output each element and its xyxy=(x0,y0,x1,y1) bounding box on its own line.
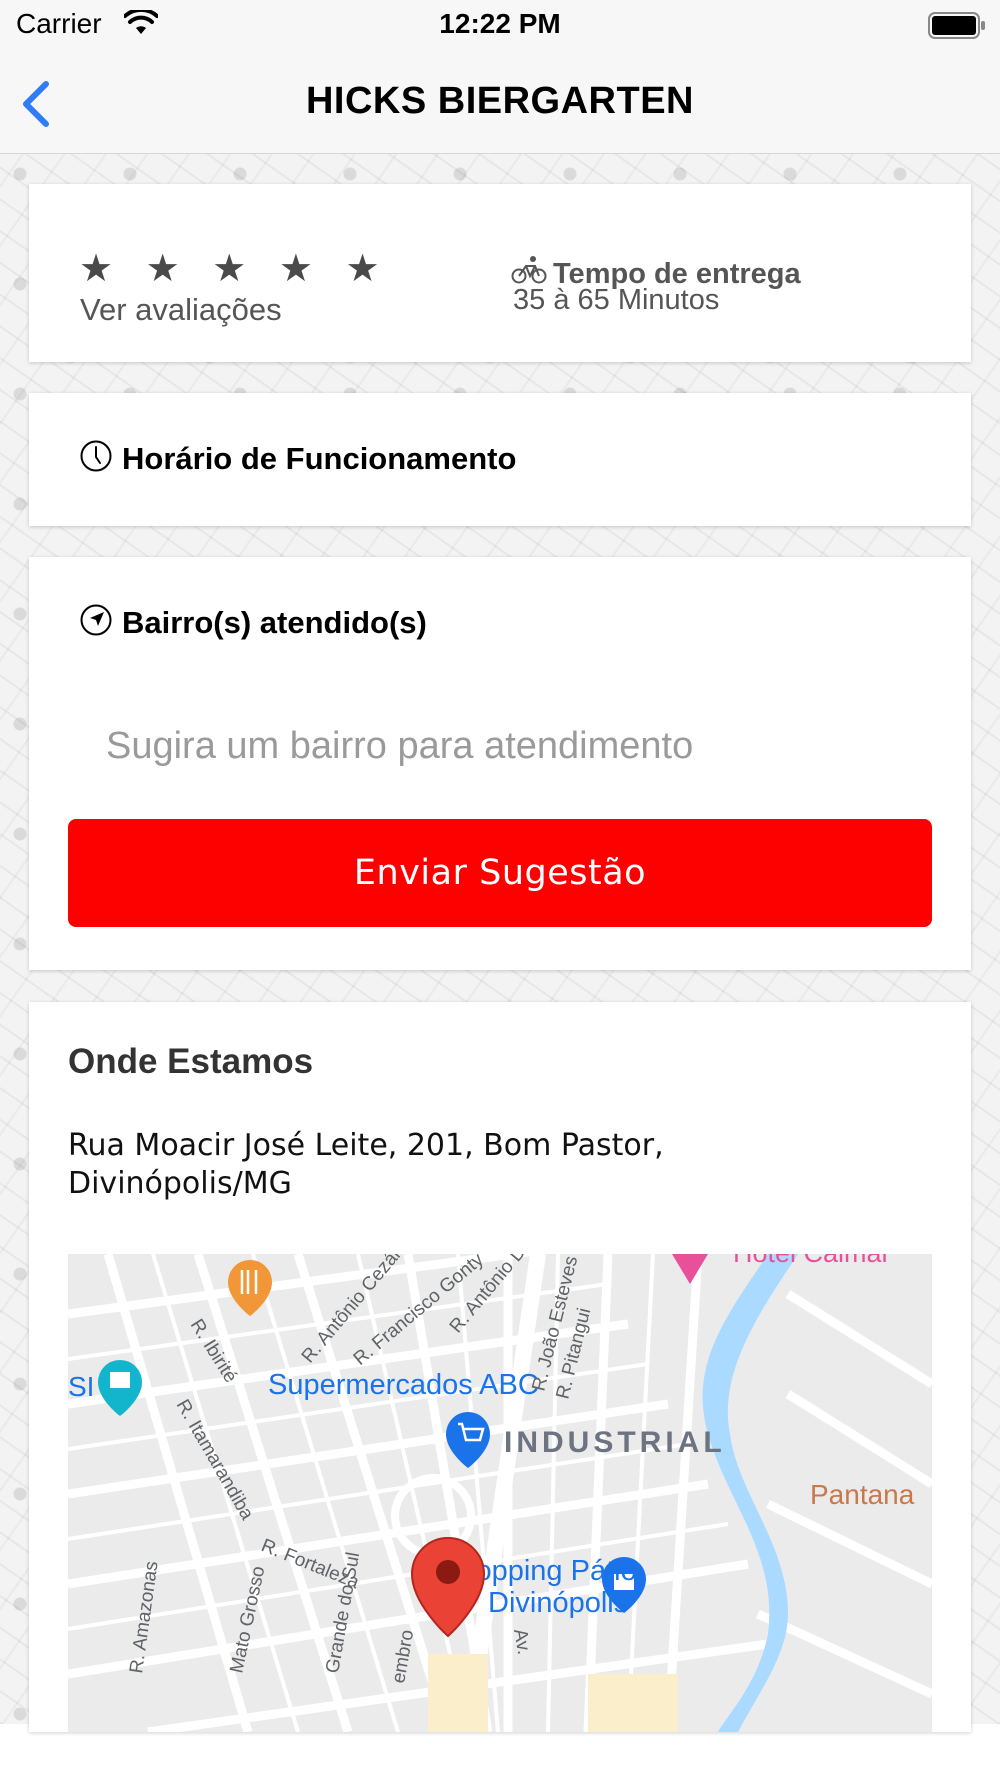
map-label-si: SI xyxy=(68,1371,94,1402)
map-label-av: Av. xyxy=(509,1627,534,1656)
page-title: HICKS BIERGARTEN xyxy=(305,80,695,122)
rating-stars: ★ ★ ★ ★ ★ xyxy=(79,248,391,290)
map-label-shopping-2: Divinópolis xyxy=(488,1587,628,1619)
address-text: Rua Moacir José Leite, 201, Bom Pastor, … xyxy=(68,1127,928,1203)
location-title: Onde Estamos xyxy=(68,1042,314,1081)
suggest-neighborhood-input[interactable] xyxy=(68,706,932,786)
battery-icon xyxy=(928,12,985,39)
map-label-supermarket: Supermercados ABC xyxy=(268,1369,539,1401)
address-line-1: Rua Moacir José Leite, 201, Bom Pastor, xyxy=(68,1128,664,1163)
ratings-card: ★ ★ ★ ★ ★ Ver avaliações Tempo de entreg… xyxy=(29,184,971,362)
bicycle-icon xyxy=(511,256,547,284)
status-time: 12:22 PM xyxy=(439,8,561,39)
neighborhoods-title: Bairro(s) atendido(s) xyxy=(122,605,427,640)
opening-hours-title: Horário de Funcionamento xyxy=(122,441,517,476)
map-label-hotel: Hotel Caimar xyxy=(733,1254,891,1268)
send-suggestion-button[interactable]: Enviar Sugestão xyxy=(68,819,932,927)
navigation-bar: HICKS BIERGARTEN xyxy=(0,54,1000,154)
address-line-2: Divinópolis/MG xyxy=(68,1166,292,1201)
delivery-time-value: 35 à 65 Minutos xyxy=(513,284,720,316)
view-reviews-link[interactable]: Ver avaliações xyxy=(80,292,282,328)
location-card: Onde Estamos Rua Moacir José Leite, 201,… xyxy=(29,1002,971,1732)
neighborhoods-card: Bairro(s) atendido(s) Enviar Sugestão xyxy=(29,557,971,970)
opening-hours-card[interactable]: Horário de Funcionamento xyxy=(29,393,971,526)
location-map[interactable]: Hotel Caimar SI Supermercados ABC INDUST… xyxy=(68,1254,932,1732)
map-block-2 xyxy=(588,1674,678,1732)
status-bar: Carrier 12:22 PM xyxy=(0,0,1000,54)
map-block-1 xyxy=(428,1654,488,1732)
map-canvas: Hotel Caimar SI Supermercados ABC INDUST… xyxy=(68,1254,932,1732)
map-label-pantanal: Pantana xyxy=(810,1479,915,1510)
clock-icon xyxy=(80,440,112,472)
navigation-arrow-icon xyxy=(80,604,112,636)
map-label-industrial: INDUSTRIAL xyxy=(504,1426,726,1459)
